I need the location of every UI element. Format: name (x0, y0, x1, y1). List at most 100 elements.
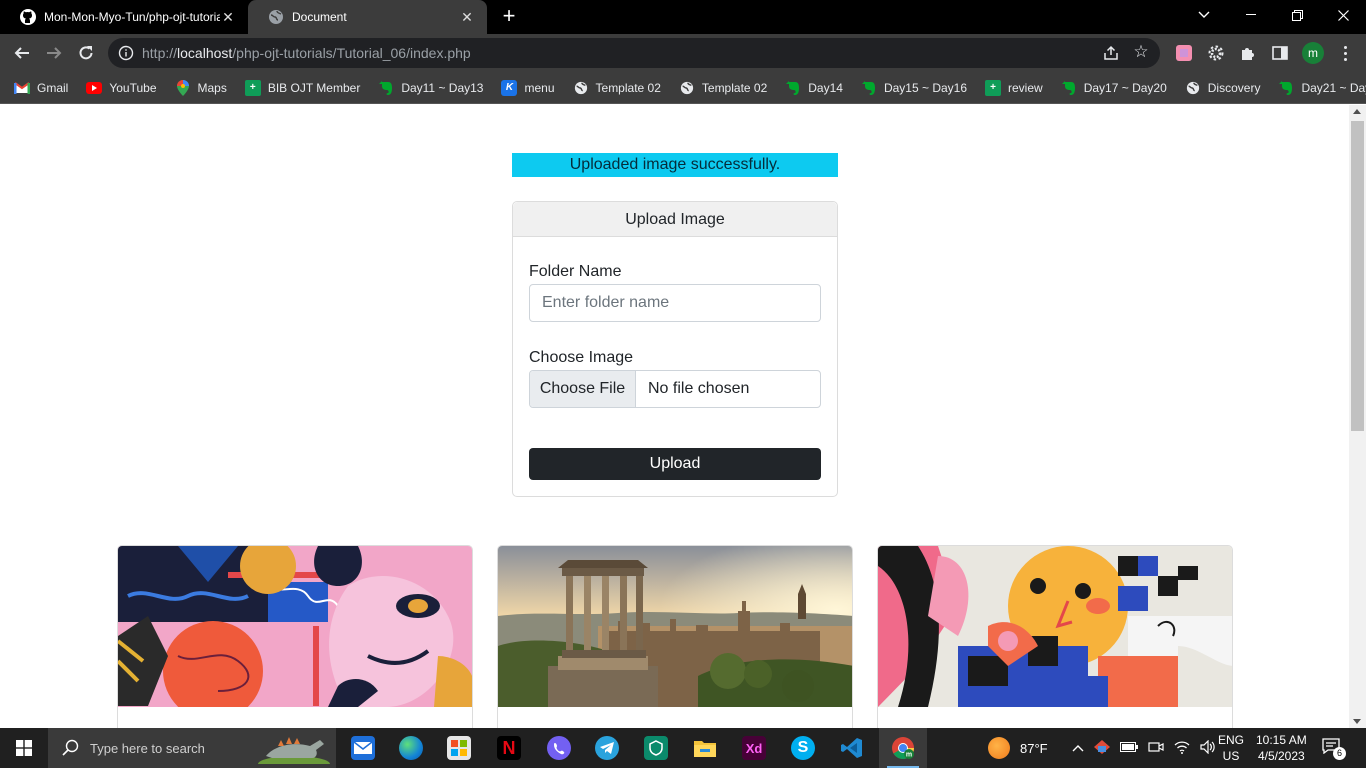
side-panel-icon[interactable] (1270, 43, 1290, 63)
clock[interactable]: 10:15 AM 4/5/2023 (1256, 728, 1307, 768)
folder-name-input[interactable] (529, 284, 821, 322)
scrollbar-thumb[interactable] (1351, 121, 1364, 431)
address-bar[interactable]: http://localhost/php-ojt-tutorials/Tutor… (108, 38, 1160, 68)
bookmark-gmail[interactable]: Gmail (14, 80, 68, 96)
share-icon[interactable] (1102, 44, 1120, 62)
page-scrollbar[interactable] (1349, 105, 1366, 728)
tab-document[interactable]: Document ✕ (248, 0, 487, 34)
notification-center[interactable]: 6 (1322, 728, 1346, 768)
gallery-card[interactable] (877, 545, 1233, 728)
bookmark-label: Discovery (1207, 80, 1261, 95)
taskbar-viber[interactable] (535, 728, 583, 768)
bookmark-day17-day20[interactable]: Day17 ~ Day20 (1061, 80, 1167, 96)
gmail-icon (14, 80, 30, 96)
new-tab-button[interactable]: + (497, 5, 521, 29)
bookmark-label: Day11 ~ Day13 (401, 80, 484, 95)
restore-button[interactable] (1274, 0, 1320, 30)
abstract-face-illustration-image (118, 546, 472, 707)
settings-extension-icon[interactable] (1206, 43, 1226, 63)
gallery-card[interactable] (497, 545, 853, 728)
bookmark-label: YouTube (109, 80, 157, 95)
close-window-button[interactable] (1320, 0, 1366, 30)
site-info-icon[interactable] (118, 45, 134, 61)
taskbar-edge[interactable] (387, 728, 435, 768)
bookmark-label: Day14 (808, 80, 843, 95)
svg-text:m: m (906, 752, 912, 759)
taskbar-vscode[interactable] (828, 728, 876, 768)
upload-form-card: Upload Image Folder Name Choose Image Ch… (512, 201, 838, 497)
tab-search-icon[interactable] (1181, 0, 1227, 30)
bookmark-bib-ojt-member[interactable]: + BIB OJT Member (244, 79, 361, 96)
image-file-input[interactable]: Choose File No file chosen (529, 370, 821, 408)
vscode-icon (840, 736, 864, 760)
profile-avatar[interactable]: m (1302, 42, 1324, 64)
taskbar-netflix[interactable]: N (485, 728, 533, 768)
clock-time: 10:15 AM (1256, 733, 1307, 747)
back-icon[interactable] (10, 41, 34, 65)
gallery-card[interactable] (117, 545, 473, 728)
upload-button[interactable]: Upload (529, 448, 821, 480)
bookmark-day14[interactable]: Day14 (785, 80, 843, 96)
windows-start-icon[interactable] (0, 728, 48, 768)
bookmark-day15-day16[interactable]: Day15 ~ Day16 (861, 80, 967, 96)
taskbar-skype[interactable]: S (779, 728, 827, 768)
taskbar-search-box[interactable]: Type here to search (48, 728, 336, 769)
chevron-up-icon[interactable] (1072, 741, 1084, 755)
bookmark-label: menu (524, 80, 555, 95)
bookmark-maps[interactable]: Maps (175, 79, 227, 96)
bookmark-label: Day21 ~ Day25 (1301, 80, 1366, 95)
skype-icon: S (791, 736, 815, 760)
battery-icon[interactable] (1120, 741, 1138, 755)
bookmark-day11-day13[interactable]: Day11 ~ Day13 (378, 80, 483, 96)
page-viewport: Uploaded image successfully. Upload Imag… (0, 105, 1349, 728)
extension-icon[interactable] (1174, 43, 1194, 63)
reload-icon[interactable] (74, 41, 98, 65)
extensions-puzzle-icon[interactable] (1238, 43, 1258, 63)
taskbar-mail[interactable] (339, 728, 387, 768)
success-alert: Uploaded image successfully. (512, 153, 838, 177)
browser-toolbar: http://localhost/php-ojt-tutorials/Tutor… (0, 34, 1366, 72)
tray-app-icon[interactable] (1094, 739, 1110, 757)
bookmark-template-02[interactable]: Template 02 (573, 80, 661, 96)
windows-taskbar: Type here to search N Xd S m 87°F ENG US… (0, 728, 1366, 769)
scroll-up-icon[interactable] (1353, 109, 1361, 114)
taskbar-adobe-xd[interactable]: Xd (730, 728, 778, 768)
browser-tab-strip: Mon-Mon-Myo-Tun/php-ojt-tutorials ✕ Docu… (0, 0, 1366, 34)
close-tab-icon[interactable]: ✕ (220, 9, 236, 25)
wifi-icon[interactable] (1174, 740, 1190, 757)
minimize-button[interactable] (1228, 0, 1274, 30)
evernote-icon (785, 80, 801, 96)
bookmark-template-02-second[interactable]: Template 02 (679, 80, 767, 96)
maps-icon (175, 79, 191, 96)
taskbar-vpn[interactable] (632, 728, 680, 768)
scroll-down-icon[interactable] (1353, 719, 1361, 724)
language-indicator[interactable]: ENG US (1218, 728, 1244, 768)
forward-icon[interactable] (42, 41, 66, 65)
meet-now-icon[interactable] (1148, 740, 1164, 757)
close-tab-icon[interactable]: ✕ (459, 9, 475, 25)
store-icon (447, 736, 471, 760)
bookmark-label: BIB OJT Member (267, 80, 361, 95)
taskbar-telegram[interactable] (583, 728, 631, 768)
choose-image-label: Choose Image (529, 349, 634, 366)
evernote-icon (378, 80, 394, 96)
taskbar-file-explorer[interactable] (681, 728, 729, 768)
bookmark-youtube[interactable]: YouTube (86, 80, 157, 96)
bookmark-star-icon[interactable]: ☆ (1132, 43, 1150, 61)
bookmark-discovery[interactable]: Discovery (1185, 80, 1261, 96)
bookmark-day21-day25[interactable]: Day21 ~ Day25 (1278, 80, 1366, 96)
tab-github[interactable]: Mon-Mon-Myo-Tun/php-ojt-tutorials ✕ (0, 0, 248, 34)
choose-file-button[interactable]: Choose File (530, 371, 636, 407)
bookmarks-bar: Gmail YouTube Maps + BIB OJT Member Day1… (0, 72, 1366, 104)
taskbar-chrome[interactable]: m (879, 728, 927, 768)
globe-icon (268, 9, 284, 25)
bookmark-review[interactable]: + review (985, 79, 1043, 96)
evernote-icon (1061, 80, 1077, 96)
volume-icon[interactable] (1200, 739, 1216, 757)
taskbar-store[interactable] (435, 728, 483, 768)
chrome-menu-icon[interactable] (1337, 42, 1353, 64)
abstract-character-illustration-image (878, 546, 1232, 707)
tab-title: Document (292, 10, 347, 24)
bookmark-menu[interactable]: K menu (501, 79, 555, 96)
weather-widget[interactable]: 87°F (988, 728, 1048, 768)
